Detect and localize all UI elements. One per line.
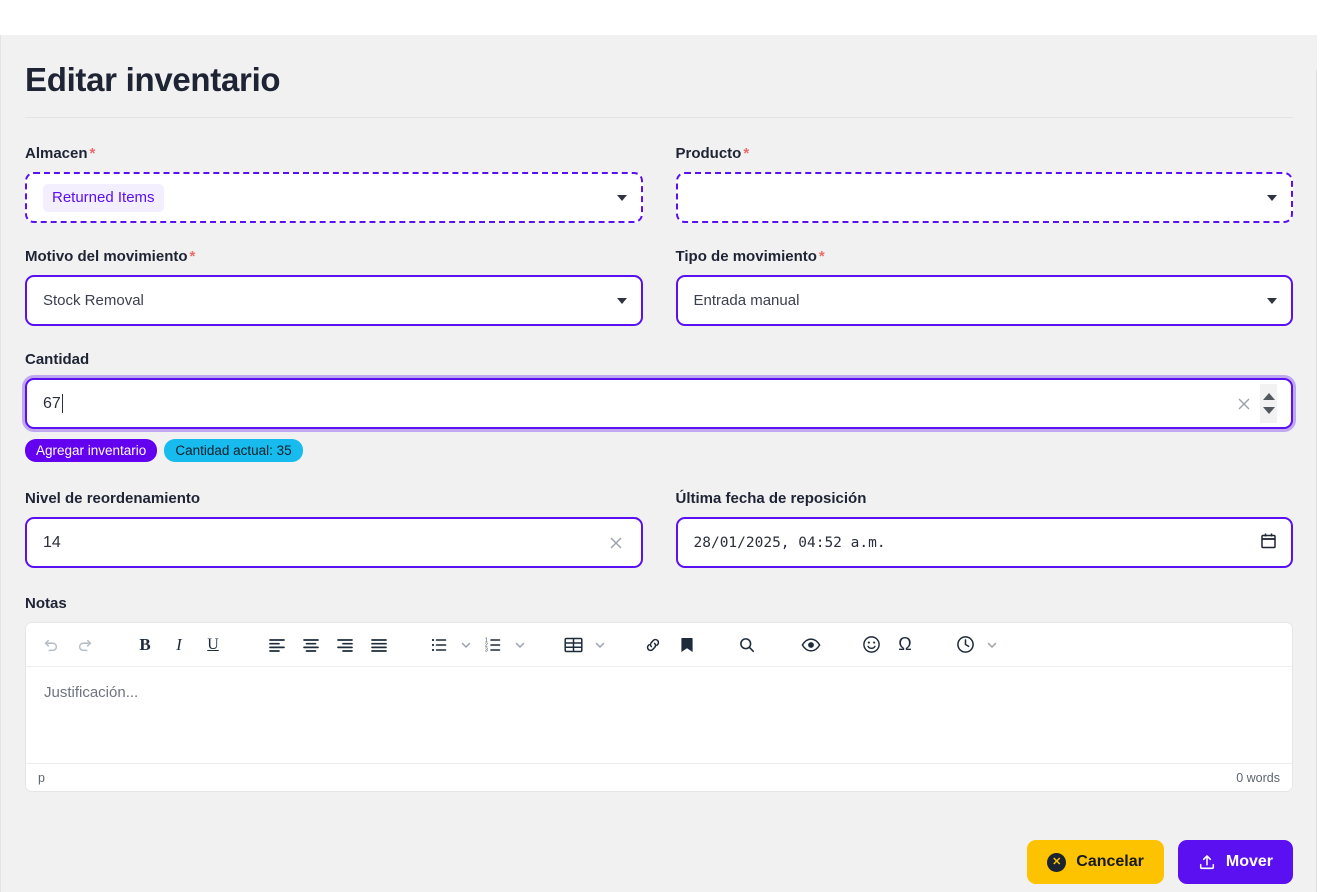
align-right-icon[interactable]	[328, 628, 362, 662]
field-almacen: Almacen * Returned Items	[25, 145, 643, 223]
input-nivel-reordenamiento[interactable]: 14	[25, 517, 643, 568]
undo-icon[interactable]	[34, 628, 68, 662]
chevron-down-icon[interactable]	[590, 628, 610, 662]
close-icon[interactable]	[609, 536, 623, 550]
label-tipo-text: Tipo de movimiento	[675, 248, 817, 265]
emoji-icon[interactable]	[854, 628, 888, 662]
align-justify-icon[interactable]	[362, 628, 396, 662]
link-icon[interactable]	[636, 628, 670, 662]
italic-icon[interactable]: I	[162, 628, 196, 662]
required-marker-motivo: *	[189, 248, 196, 265]
row-spacer	[676, 223, 1294, 248]
field-producto: Producto *	[675, 145, 1294, 223]
field-nivel: Nivel de reordenamiento 14	[25, 490, 643, 568]
field-cantidad: Cantidad 67 Agregar inventario Cantidad …	[25, 326, 1293, 462]
chevron-down-icon	[1267, 194, 1277, 201]
chevron-down-icon[interactable]	[510, 628, 530, 662]
modal-footer: ✕ Cancelar Mover	[1027, 840, 1293, 884]
chevron-down-icon[interactable]	[982, 628, 1002, 662]
circle-x-icon: ✕	[1047, 852, 1067, 872]
label-almacen-text: Almacen	[25, 145, 88, 162]
label-producto-text: Producto	[675, 145, 742, 162]
label-fecha: Última fecha de reposición	[675, 490, 867, 507]
required-marker-producto: *	[743, 145, 750, 162]
word-count: 0 words	[1236, 770, 1280, 785]
close-icon[interactable]	[1237, 397, 1251, 411]
page-title: Editar inventario	[25, 61, 281, 98]
numbered-list-icon[interactable]: 1 2 3	[476, 628, 510, 662]
underline-icon[interactable]: U	[196, 628, 230, 662]
status-badge-movement: Agregar inventario	[25, 439, 158, 462]
label-almacen: Almacen *	[25, 145, 643, 163]
clock-icon[interactable]	[948, 628, 982, 662]
select-almacen[interactable]: Returned Items	[25, 172, 643, 223]
label-motivo-text: Motivo del movimiento	[25, 248, 188, 265]
right-edge-line	[1316, 70, 1317, 892]
required-marker-tipo: *	[818, 248, 825, 265]
spinner-up-icon[interactable]	[1262, 393, 1275, 400]
select-motivo-value: Stock Removal	[43, 291, 144, 309]
editor-toolbar: B I U 1 2 3 Ω	[26, 623, 1292, 667]
upload-icon	[1198, 853, 1216, 871]
chevron-down-icon	[616, 297, 627, 304]
status-badge-current-quantity: Cantidad actual: 35	[164, 439, 303, 462]
preview-eye-icon[interactable]	[794, 628, 828, 662]
editor-content-area[interactable]: Justificación...	[26, 667, 1292, 763]
label-cantidad: Cantidad	[25, 351, 90, 368]
cancel-button-label: Cancelar	[1076, 853, 1144, 870]
bold-icon[interactable]: B	[128, 628, 162, 662]
field-tipo: Tipo de movimiento * Entrada manual	[675, 248, 1294, 326]
edit-inventory-modal: Editar inventario Almacen * Returned Item…	[0, 35, 1317, 892]
bookmark-icon[interactable]	[670, 628, 704, 662]
select-tipo[interactable]: Entrada manual	[675, 275, 1293, 326]
element-path: p	[38, 770, 45, 785]
select-almacen-chip: Returned Items	[43, 183, 164, 212]
field-notas: Notas B I U 1 2 3 Ω Justificación... p 0…	[25, 568, 1293, 792]
calendar-icon[interactable]	[1261, 532, 1276, 553]
number-spinner-icon[interactable]	[1260, 384, 1277, 423]
form-grid-secondary: Nivel de reordenamiento 14 Última fecha …	[25, 462, 1293, 568]
row-spacer	[25, 223, 643, 248]
label-nivel: Nivel de reordenamiento	[25, 490, 201, 507]
input-fecha-value: 28/01/2025, 04:52 a.m.	[693, 534, 886, 551]
rich-text-editor: B I U 1 2 3 Ω Justificación... p 0 words	[25, 622, 1293, 792]
cancel-button[interactable]: ✕ Cancelar	[1027, 840, 1164, 884]
select-motivo[interactable]: Stock Removal	[25, 275, 643, 326]
label-notas: Notas	[25, 595, 67, 612]
text-cursor	[61, 394, 63, 413]
align-left-icon[interactable]	[260, 628, 294, 662]
label-motivo: Motivo del movimiento *	[25, 248, 643, 266]
label-producto: Producto *	[676, 145, 1294, 163]
required-marker-almacen: *	[89, 145, 96, 162]
field-fecha: Última fecha de reposición 28/01/2025, 0…	[675, 490, 1293, 568]
table-icon[interactable]	[556, 628, 590, 662]
special-character-icon[interactable]: Ω	[888, 628, 922, 662]
chevron-down-icon	[616, 194, 627, 201]
redo-icon[interactable]	[68, 628, 102, 662]
bulleted-list-icon[interactable]	[422, 628, 456, 662]
select-tipo-value: Entrada manual	[693, 291, 800, 309]
cantidad-badges: Agregar inventario Cantidad actual: 35	[25, 439, 1293, 462]
svg-text:3: 3	[485, 647, 488, 653]
label-tipo: Tipo de movimiento *	[676, 248, 1294, 266]
input-ultima-fecha-reposicion[interactable]: 28/01/2025, 04:52 a.m.	[675, 517, 1293, 568]
chevron-down-icon[interactable]	[456, 628, 476, 662]
editor-placeholder: Justificación...	[44, 684, 139, 701]
top-strip	[0, 0, 1325, 35]
input-cantidad-value: 67	[43, 394, 61, 412]
move-button[interactable]: Mover	[1177, 840, 1293, 884]
input-cantidad[interactable]: 67	[25, 378, 1293, 429]
search-icon[interactable]	[730, 628, 764, 662]
form-grid: Almacen * Returned Items Producto * Moti…	[25, 118, 1293, 326]
field-motivo: Motivo del movimiento * Stock Removal	[25, 248, 643, 326]
move-button-label: Mover	[1225, 853, 1273, 870]
chevron-down-icon	[1267, 297, 1277, 304]
spinner-down-icon[interactable]	[1262, 407, 1275, 414]
app-root: Editar inventario Almacen * Returned Item…	[0, 0, 1325, 892]
input-nivel-value: 14	[43, 533, 61, 551]
align-center-icon[interactable]	[294, 628, 328, 662]
editor-status-bar: p 0 words	[26, 763, 1292, 791]
select-producto[interactable]	[675, 172, 1293, 223]
